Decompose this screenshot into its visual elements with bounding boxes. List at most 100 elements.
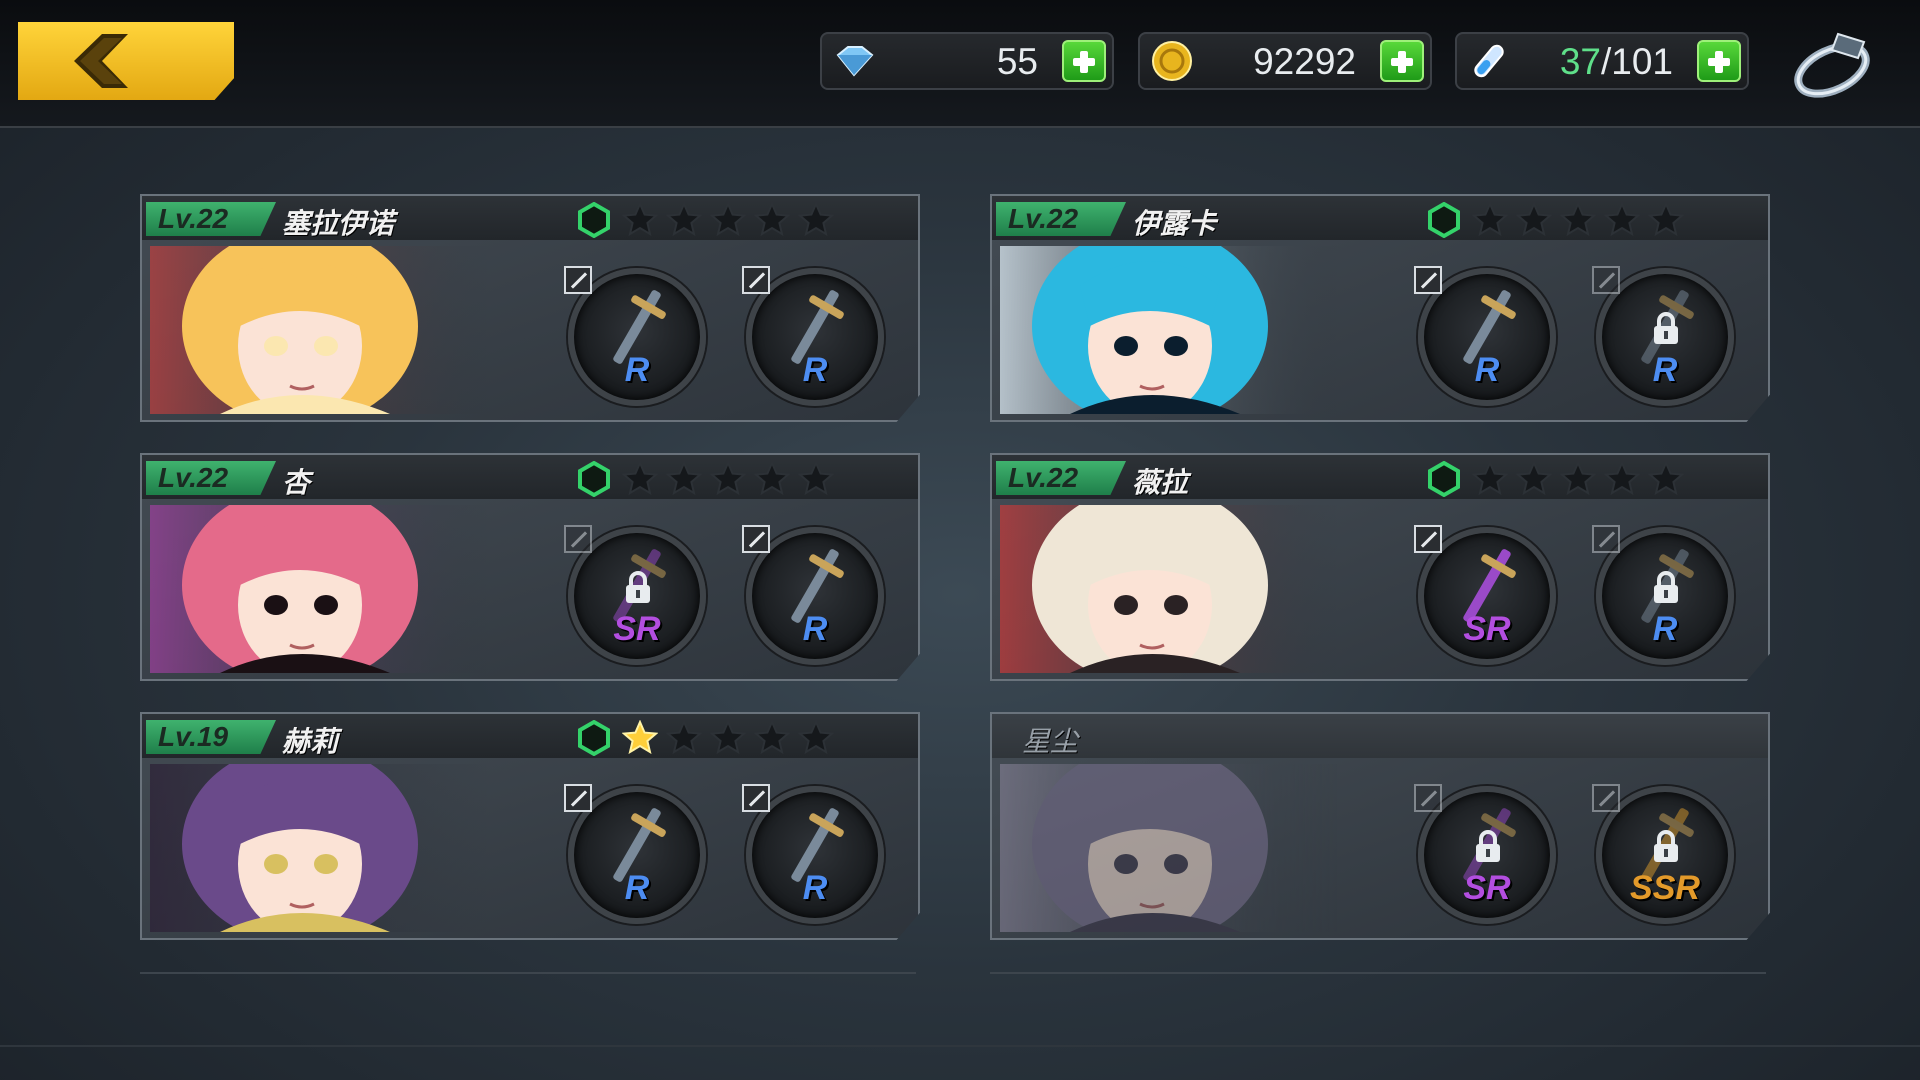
ring-button[interactable] <box>1788 28 1876 100</box>
star-empty-icon <box>1648 461 1684 495</box>
weapon-slot[interactable]: SR <box>1414 784 1556 924</box>
star-rating <box>1472 202 1684 236</box>
top-bar: 55 92292 37/101 <box>0 0 1920 128</box>
character-portrait <box>1000 505 1340 673</box>
gold-counter: 92292 <box>1138 32 1432 90</box>
back-button[interactable] <box>18 22 234 100</box>
star-empty-icon <box>710 461 746 495</box>
weapon-slot[interactable]: R <box>742 784 884 924</box>
character-name: 星尘 <box>1022 725 1079 758</box>
gold-value: 92292 <box>1253 41 1356 82</box>
awakening-hex-icon <box>578 461 610 497</box>
star-empty-icon <box>1472 202 1508 236</box>
character-name: 赫莉 <box>282 725 339 758</box>
star-rating <box>1472 461 1684 495</box>
character-card[interactable]: Lv.22 杏 SR R <box>140 453 920 681</box>
character-portrait <box>150 246 490 414</box>
stamina-value: 37/101 <box>1560 41 1673 83</box>
star-empty-icon <box>1472 461 1508 495</box>
weapon-slot[interactable]: SSR <box>1592 784 1734 924</box>
star-empty-icon <box>666 720 702 754</box>
weapon-slot[interactable]: R <box>1592 266 1734 406</box>
character-portrait <box>150 764 490 932</box>
character-name: 杏 <box>282 466 311 499</box>
rarity-label: SSR <box>1630 869 1700 907</box>
add-stamina-button[interactable] <box>1697 40 1741 82</box>
awakening-hex-icon <box>578 720 610 756</box>
weapon-slot[interactable]: SR <box>1414 525 1556 665</box>
character-card[interactable]: Lv.22 伊露卡 R R <box>990 194 1770 422</box>
character-portrait <box>150 505 490 673</box>
card-header <box>992 714 1768 758</box>
crystal-value: 55 <box>996 41 1038 82</box>
character-name: 塞拉伊诺 <box>282 207 395 240</box>
star-empty-icon <box>710 720 746 754</box>
weapon-slot[interactable]: SR <box>564 525 706 665</box>
star-empty-icon <box>798 461 834 495</box>
lock-icon <box>1654 830 1678 862</box>
star-empty-icon <box>798 202 834 236</box>
crystal-counter: 55 <box>820 32 1114 90</box>
star-empty-icon <box>754 202 790 236</box>
stamina-max: /101 <box>1600 41 1673 82</box>
character-card[interactable]: Lv.22 塞拉伊诺 R R <box>140 194 920 422</box>
star-rating <box>622 461 834 495</box>
rarity-label: R <box>802 351 828 389</box>
rarity-label: SR <box>1463 869 1511 907</box>
weapon-slot[interactable]: R <box>742 266 884 406</box>
character-name: 伊露卡 <box>1132 207 1217 240</box>
add-gold-button[interactable] <box>1380 40 1424 82</box>
character-card-locked[interactable]: 星尘 SR SSR <box>990 712 1770 940</box>
star-empty-icon <box>666 461 702 495</box>
level-badge: Lv.22 <box>996 202 1126 236</box>
character-card[interactable]: Lv.22 薇拉 SR R <box>990 453 1770 681</box>
add-crystal-button[interactable] <box>1062 40 1106 82</box>
weapon-slot[interactable]: R <box>564 784 706 924</box>
star-empty-icon <box>666 202 702 236</box>
star-rating <box>622 202 834 236</box>
star-empty-icon <box>1604 202 1640 236</box>
star-empty-icon <box>754 720 790 754</box>
awakening-hex-icon <box>578 202 610 238</box>
rarity-label: SR <box>613 610 661 648</box>
star-empty-icon <box>622 461 658 495</box>
divider <box>140 972 916 974</box>
character-portrait <box>1000 764 1340 932</box>
rarity-label: R <box>1474 351 1500 389</box>
weapon-slot[interactable]: R <box>564 266 706 406</box>
lock-icon <box>626 571 650 603</box>
lock-icon <box>1654 312 1678 344</box>
awakening-hex-icon <box>1428 202 1460 238</box>
divider <box>990 972 1766 974</box>
star-filled-icon <box>622 720 658 754</box>
star-empty-icon <box>798 720 834 754</box>
weapon-slot[interactable]: R <box>742 525 884 665</box>
character-card[interactable]: Lv.19 赫莉 R R <box>140 712 920 940</box>
level-badge: Lv.19 <box>146 720 276 754</box>
back-arrow-icon <box>74 34 128 88</box>
rarity-label: R <box>1652 351 1678 389</box>
stamina-current: 37 <box>1559 41 1601 82</box>
weapon-slot[interactable]: R <box>1414 266 1556 406</box>
star-empty-icon <box>1516 461 1552 495</box>
lock-icon <box>1476 830 1500 862</box>
star-empty-icon <box>1648 202 1684 236</box>
awakening-hex-icon <box>1428 461 1460 497</box>
character-portrait <box>1000 246 1340 414</box>
stamina-vial-icon <box>1463 38 1515 84</box>
rarity-label: R <box>802 869 828 907</box>
crystal-icon <box>828 38 880 84</box>
level-badge: Lv.22 <box>146 461 276 495</box>
star-rating <box>622 720 834 754</box>
star-empty-icon <box>1604 461 1640 495</box>
rarity-label: R <box>1652 610 1678 648</box>
weapon-slot[interactable]: R <box>1592 525 1734 665</box>
gold-coin-icon <box>1146 38 1198 84</box>
star-empty-icon <box>1516 202 1552 236</box>
rarity-label: R <box>624 351 650 389</box>
level-badge: Lv.22 <box>996 461 1126 495</box>
rarity-label: R <box>624 869 650 907</box>
star-empty-icon <box>1560 461 1596 495</box>
star-empty-icon <box>1560 202 1596 236</box>
lock-icon <box>1654 571 1678 603</box>
